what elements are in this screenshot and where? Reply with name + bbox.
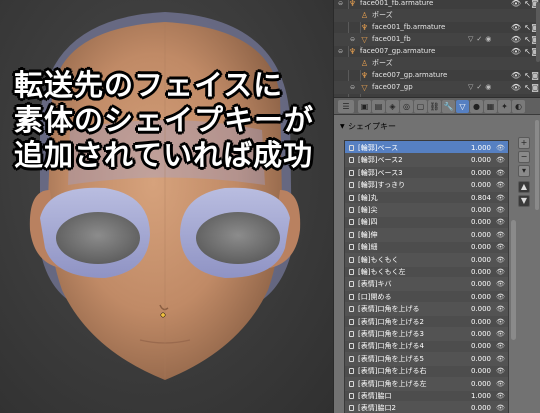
right-editor-panel: ⊖♆face001_fb.armature👁↖◙♙ポーズ♆face001_fb.… (333, 0, 540, 413)
shape-key-icon (349, 231, 354, 238)
shape-key-icon (349, 145, 354, 151)
shape-key-icon (349, 331, 354, 337)
shape-key-icon (349, 182, 354, 189)
render-camera-icon[interactable]: ◙ (531, 81, 539, 94)
armature-icon: ♆ (348, 47, 357, 56)
shape-key-icon (349, 405, 354, 412)
data-links-icon: ▽✓◉ (468, 83, 495, 91)
shape-key-icon (349, 169, 354, 176)
armature-data-icon: ♆ (360, 71, 369, 80)
outliner-scrollbar[interactable] (536, 2, 540, 62)
shape-key-icon (349, 306, 354, 313)
physics-tab-icon[interactable]: ◐ (512, 100, 525, 113)
outliner[interactable]: ⊖♆face001_fb.armature👁↖◙♙ポーズ♆face001_fb.… (334, 0, 540, 97)
expand-toggle-icon[interactable]: ⊖ (350, 81, 355, 94)
move-key-up-button[interactable]: ▲ (518, 181, 530, 193)
mesh-icon: ▽ (361, 83, 368, 92)
armature-icon: ♆ (348, 0, 357, 8)
add-shape-key-button[interactable]: + (518, 137, 530, 149)
visibility-eye-icon[interactable]: 👁 (511, 81, 521, 94)
constraints-tab-icon[interactable]: ⛓ (428, 100, 441, 113)
pose-icon: ♙ (360, 59, 369, 68)
shape-key-icon (349, 219, 354, 226)
shape-key-list[interactable]: [輪郭]ベース 1.000 👁 [輪郭]ベース2 0.000 👁 [輪郭]ベース3 0.000… (344, 140, 509, 413)
mesh-icon: ▽ (361, 35, 368, 44)
shape-key-icon (349, 380, 354, 387)
texture-tab-icon[interactable]: ▦ (484, 100, 497, 113)
shape-key-icon (349, 281, 354, 288)
caption-line-3: 追加されていれば成功 (14, 138, 314, 172)
render-tab-icon[interactable]: ▣ (358, 100, 371, 113)
editor-type-icon[interactable]: ☰ (338, 100, 354, 113)
shape-key-icon (349, 194, 354, 201)
object-data-icon[interactable]: ▽ (456, 100, 469, 113)
properties-scrollbar[interactable] (535, 120, 539, 210)
shape-key-icon (349, 293, 354, 300)
object-tab-icon[interactable]: ▢ (414, 100, 427, 113)
shape-key-specials-button[interactable]: ▾ (518, 165, 530, 177)
shape-key-value[interactable]: 0.000 (463, 401, 491, 413)
material-tab-icon[interactable]: ● (470, 100, 483, 113)
shape-key-icon (349, 207, 354, 213)
shape-key-icon (349, 318, 354, 325)
shape-key-mute-eye-icon[interactable]: 👁 (496, 401, 505, 413)
remove-shape-key-button[interactable]: − (518, 151, 530, 163)
shape-key-icon (349, 368, 354, 375)
3d-viewport[interactable]: 転送先のフェイスに 素体のシェイプキーが 追加されていれば成功 (0, 0, 333, 413)
pose-icon: ♙ (360, 11, 369, 20)
collapse-triangle-icon: ▼ (340, 123, 345, 130)
shape-key-icon (349, 269, 354, 275)
shape-key-icon (349, 393, 354, 399)
shape-key-icon (349, 157, 354, 164)
shape-key-icon (349, 343, 354, 350)
shape-key-list-scrollbar[interactable] (510, 140, 516, 413)
scene-tab-icon[interactable]: ◈ (386, 100, 399, 113)
armature-data-icon: ♆ (360, 23, 369, 32)
selectability-arrow-icon[interactable]: ↖ (524, 81, 531, 94)
properties-tab-bar: ☰ ▣ ▤ ◈ ◎ ▢ ⛓ 🔧 ▽ ● ▦ ✦ ◐ (334, 97, 540, 115)
modifiers-tab-icon[interactable]: 🔧 (442, 100, 455, 113)
shape-key-icon (349, 256, 354, 263)
properties-editor: ▼ シェイプキー [輪郭]ベース 1.000 👁 [輪郭]ベース2 0.000 👁 [輪郭]… (334, 115, 540, 413)
move-key-down-button[interactable]: ▼ (518, 195, 530, 207)
outliner-item-label: face007_gp (372, 83, 413, 91)
particles-tab-icon[interactable]: ✦ (498, 100, 511, 113)
shape-key-name[interactable]: [表情]脇口2 (358, 401, 396, 413)
shape-keys-panel-title: シェイプキー (348, 122, 396, 131)
shape-key-icon (349, 244, 354, 251)
shape-key-row[interactable]: [表情]脇口2 0.000 👁 (345, 401, 508, 413)
outliner-row[interactable]: ⊖ ▽ face007_gp ▽✓◉ 👁 ↖ ◙ (334, 81, 540, 94)
shape-keys-panel-header[interactable]: ▼ シェイプキー (334, 120, 540, 133)
render-layers-tab-icon[interactable]: ▤ (372, 100, 385, 113)
world-tab-icon[interactable]: ◎ (400, 100, 413, 113)
shape-key-icon (349, 355, 354, 362)
